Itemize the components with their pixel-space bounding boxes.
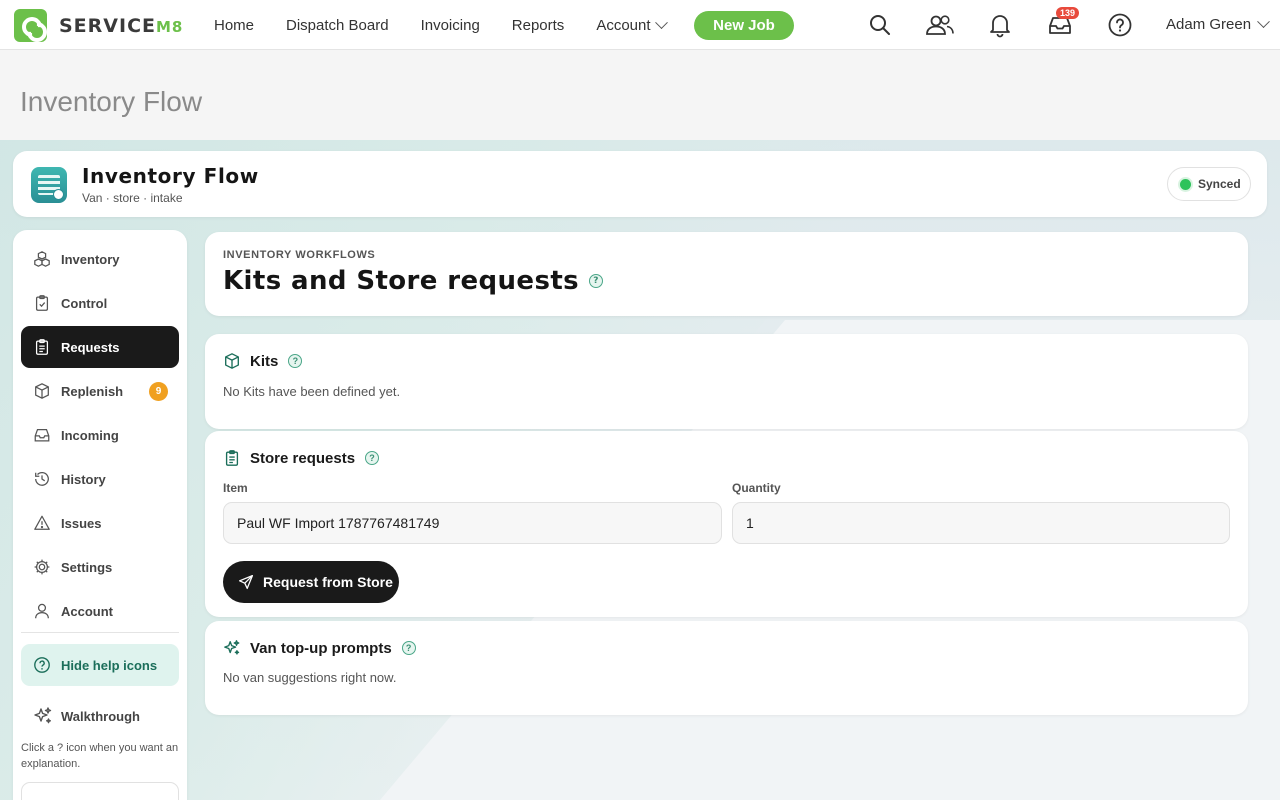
user-name: Adam Green bbox=[1166, 16, 1252, 33]
nav-home[interactable]: Home bbox=[214, 17, 254, 34]
people-icon[interactable] bbox=[925, 12, 955, 38]
clipboard-list-icon bbox=[225, 450, 239, 466]
sidebar-item-replenish[interactable]: Replenish 9 bbox=[21, 370, 179, 412]
sidebar-item-inventory[interactable]: Inventory bbox=[21, 238, 179, 280]
quantity-label: Quantity bbox=[732, 481, 781, 495]
sidebar-item-label: History bbox=[61, 471, 106, 487]
walkthrough-button[interactable]: Walkthrough bbox=[21, 695, 179, 737]
walkthrough-hint: Click a ? icon when you want an explanat… bbox=[21, 742, 179, 770]
warning-icon bbox=[34, 515, 50, 530]
workflow-header-card: INVENTORY WORKFLOWS Kits and Store reque… bbox=[205, 232, 1248, 316]
search-icon[interactable] bbox=[867, 12, 893, 38]
help-question-icon[interactable]: ? bbox=[589, 274, 604, 288]
store-requests-card: Store requests ? Item Paul WF Import 178… bbox=[205, 431, 1248, 617]
request-from-store-button[interactable]: Request from Store bbox=[223, 561, 399, 603]
inventory-app-icon bbox=[31, 167, 67, 203]
top-navigation: SERVICEM8 Home Dispatch Board Invoicing … bbox=[0, 0, 1280, 50]
sidebar-item-requests[interactable]: Requests bbox=[21, 326, 179, 368]
sidebar-item-label: Settings bbox=[61, 559, 113, 575]
help-circle-icon bbox=[34, 657, 50, 673]
inbox-count-badge: 139 bbox=[1056, 7, 1080, 19]
sidebar-item-label: Replenish bbox=[61, 383, 124, 399]
store-requests-title: Store requests ? bbox=[223, 449, 380, 467]
sidebar-item-history[interactable]: History bbox=[21, 458, 179, 500]
servicem8-logo[interactable]: SERVICEM8 bbox=[14, 9, 183, 42]
walkthrough-label: Walkthrough bbox=[61, 708, 140, 724]
help-question-icon[interactable]: ? bbox=[401, 641, 416, 655]
replenish-count-badge: 9 bbox=[149, 382, 168, 401]
sidebar-divider bbox=[21, 632, 179, 633]
sidebar-item-label: Requests bbox=[61, 339, 120, 355]
sidebar: Inventory Control Requests Replenish 9 I… bbox=[13, 230, 187, 800]
van-top-up-card: Van top-up prompts ? No van suggestions … bbox=[205, 621, 1248, 715]
logo-mark-icon bbox=[14, 9, 47, 42]
help-icon[interactable] bbox=[1107, 12, 1133, 38]
sidebar-item-label: Inventory bbox=[61, 251, 120, 267]
package-icon bbox=[225, 353, 239, 369]
kits-title-text: Kits bbox=[250, 352, 279, 370]
status-dot-icon bbox=[1180, 178, 1191, 190]
hide-help-icons-button[interactable]: Hide help icons bbox=[21, 644, 179, 686]
item-field[interactable]: Paul WF Import 1787767481749 bbox=[223, 502, 722, 544]
van-empty-message: No van suggestions right now. bbox=[223, 670, 397, 685]
item-label: Item bbox=[223, 481, 248, 495]
bell-icon[interactable] bbox=[987, 12, 1013, 38]
nav-dispatch-board[interactable]: Dispatch Board bbox=[286, 17, 389, 34]
inbox-icon bbox=[34, 428, 50, 442]
nav-reports[interactable]: Reports bbox=[512, 17, 565, 34]
help-question-icon[interactable]: ? bbox=[365, 451, 380, 465]
help-question-icon[interactable]: ? bbox=[288, 354, 303, 368]
app-header: Inventory Flow Van · store · intake Sync… bbox=[13, 151, 1267, 217]
sparkle-icon bbox=[34, 707, 52, 724]
new-job-button[interactable]: New Job bbox=[694, 11, 794, 40]
kits-empty-message: No Kits have been defined yet. bbox=[223, 384, 401, 399]
gear-icon bbox=[34, 559, 50, 575]
user-menu[interactable]: Adam Green bbox=[1166, 15, 1270, 33]
chevron-down-icon bbox=[654, 15, 668, 29]
clipboard-list-icon bbox=[35, 339, 49, 355]
sidebar-item-incoming[interactable]: Incoming bbox=[21, 414, 179, 456]
help-toggle-label: Hide help icons bbox=[61, 657, 158, 673]
section-title-text: Kits and Store requests bbox=[223, 266, 580, 296]
brand-suffix: M8 bbox=[156, 17, 184, 36]
sidebar-item-label: Account bbox=[61, 603, 113, 619]
sync-status-label: Synced bbox=[1198, 177, 1241, 191]
logo-text: SERVICEM8 bbox=[59, 15, 183, 37]
user-icon bbox=[35, 603, 49, 619]
history-icon bbox=[35, 472, 49, 486]
sidebar-item-settings[interactable]: Settings bbox=[21, 546, 179, 588]
sync-status-badge: Synced bbox=[1167, 167, 1251, 201]
kits-card: Kits ? No Kits have been defined yet. bbox=[205, 334, 1248, 429]
sidebar-item-label: Issues bbox=[61, 515, 102, 531]
page-title: Inventory Flow bbox=[20, 86, 203, 117]
app-subtitle: Van · store · intake bbox=[82, 191, 183, 205]
quantity-field[interactable]: 1 bbox=[732, 502, 1230, 544]
package-icon bbox=[35, 383, 49, 399]
chevron-down-icon bbox=[1257, 15, 1270, 29]
nav-account-label: Account bbox=[596, 16, 651, 34]
request-button-label: Request from Store bbox=[263, 574, 393, 590]
sidebar-item-issues[interactable]: Issues bbox=[21, 502, 179, 544]
sidebar-item-control[interactable]: Control bbox=[21, 282, 179, 324]
nav-invoicing[interactable]: Invoicing bbox=[421, 17, 480, 34]
sidebar-item-label: Incoming bbox=[61, 427, 119, 443]
brand-name: SERVICE bbox=[59, 14, 156, 37]
boxes-icon bbox=[34, 251, 50, 267]
sidebar-item-account[interactable]: Account bbox=[21, 590, 179, 632]
section-eyebrow: INVENTORY WORKFLOWS bbox=[223, 249, 376, 261]
send-icon bbox=[238, 574, 254, 590]
clipboard-check-icon bbox=[35, 295, 49, 311]
nav-account[interactable]: Account bbox=[596, 15, 668, 34]
nav-links: Home Dispatch Board Invoicing Reports Ac… bbox=[214, 0, 698, 50]
kits-title: Kits ? bbox=[223, 352, 303, 370]
van-top-up-title: Van top-up prompts ? bbox=[223, 639, 416, 657]
section-title: Kits and Store requests? bbox=[223, 266, 604, 296]
sparkle-icon bbox=[224, 640, 240, 655]
sidebar-item-label: Control bbox=[61, 295, 108, 311]
van-top-up-title-text: Van top-up prompts bbox=[250, 639, 392, 657]
app-title: Inventory Flow bbox=[82, 164, 259, 188]
store-requests-title-text: Store requests bbox=[250, 449, 356, 467]
sidebar-extra-item[interactable] bbox=[21, 782, 179, 800]
